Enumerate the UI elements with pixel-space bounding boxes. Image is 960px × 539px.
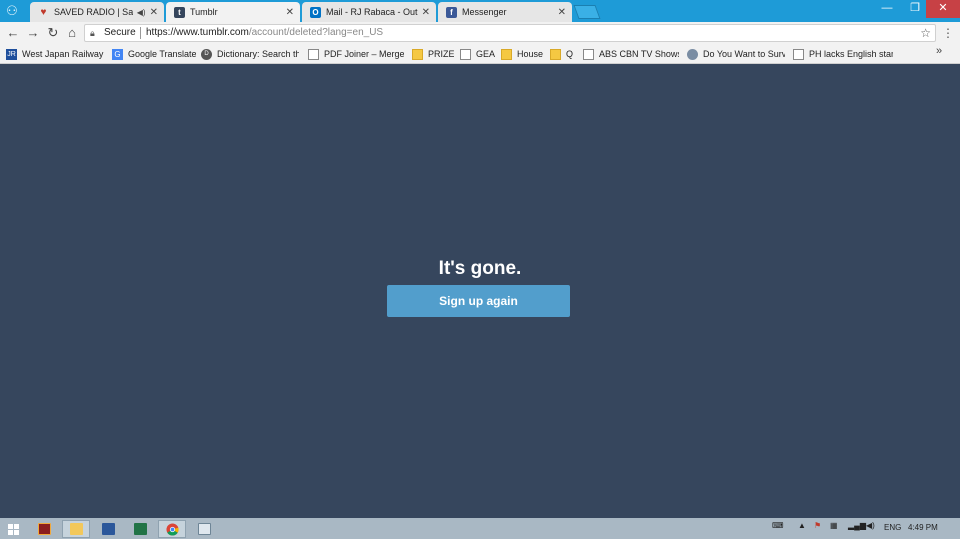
word-icon: [101, 523, 115, 535]
bookmark-label: PH lacks English stan: [809, 49, 893, 59]
minimize-icon[interactable]: —: [874, 0, 900, 18]
tab-title: Mail - RJ Rabaca - Outloo: [326, 7, 418, 17]
bookmark-label: PDF Joiner – Merge P: [324, 49, 404, 59]
address-separator: [140, 27, 141, 39]
facebook-icon: f: [446, 6, 457, 18]
google-translate-icon: G: [112, 48, 123, 60]
page-icon: [460, 48, 471, 60]
language-indicator[interactable]: ENG: [884, 523, 901, 532]
back-arrow-icon[interactable]: ←: [5, 25, 21, 41]
page-content: It's gone. Sign up again: [0, 65, 960, 518]
windows-taskbar: ⌨ ▲ ⚑ ▦ ▂▄▆ ◀) ENG 4:49 PM: [0, 518, 960, 539]
close-tab-icon[interactable]: ✕: [422, 7, 430, 18]
close-tab-icon[interactable]: ✕: [286, 7, 294, 18]
page-icon: [308, 48, 319, 60]
folder-icon: [550, 48, 561, 60]
taskbar-excel[interactable]: [126, 520, 154, 538]
bookmark-dictionary[interactable]: D Dictionary: Search the: [201, 47, 299, 61]
browser-titlebar: ⚇ ♥ SAVED RADIO | Saved ◀) ✕ t Tumblr ✕ …: [0, 0, 960, 22]
bookmark-label: Q: [566, 49, 574, 59]
folder-icon: [412, 48, 423, 60]
clock[interactable]: 4:49 PM: [908, 523, 938, 532]
tab-outlook-mail[interactable]: O Mail - RJ Rabaca - Outloo ✕: [302, 2, 436, 22]
restore-icon[interactable]: ❐: [902, 0, 928, 18]
new-tab-button[interactable]: [573, 5, 601, 19]
bookmark-label: Dictionary: Search the: [217, 49, 299, 59]
volume-icon[interactable]: ◀): [866, 521, 875, 530]
flag-alert-icon[interactable]: ⚑: [814, 521, 821, 530]
bookmark-west-japan-railway[interactable]: JR West Japan Railway C: [6, 47, 104, 61]
bookmark-pdf-joiner[interactable]: PDF Joiner – Merge P: [308, 47, 404, 61]
sign-up-again-button[interactable]: Sign up again: [387, 285, 570, 317]
bookmark-label: West Japan Railway C: [22, 49, 104, 59]
url-text: https://www.tumblr.com/account/deleted?l…: [146, 25, 383, 41]
taskbar-app-window[interactable]: [190, 520, 218, 538]
bookmark-google-translate[interactable]: G Google Translate: [112, 47, 196, 61]
browser-menu-icon[interactable]: ⋮: [942, 25, 954, 41]
excel-icon: [133, 523, 147, 535]
tab-saved-radio[interactable]: ♥ SAVED RADIO | Saved ◀) ✕: [30, 2, 164, 22]
close-tab-icon[interactable]: ✕: [150, 7, 158, 18]
bookmark-folder-prize[interactable]: PRIZE: [412, 47, 454, 61]
app-icon: [37, 523, 51, 535]
bookmark-ph-lacks-english[interactable]: PH lacks English stan: [793, 47, 893, 61]
forward-arrow-icon[interactable]: →: [25, 25, 41, 41]
taskbar-chrome[interactable]: [158, 520, 186, 538]
tab-messenger[interactable]: f Messenger ✕: [438, 2, 572, 22]
tab-title: SAVED RADIO | Saved: [54, 7, 133, 17]
tab-title: Messenger: [462, 7, 507, 17]
browser-logo-icon: ⚇: [6, 3, 18, 18]
bookmark-star-icon[interactable]: ☆: [920, 25, 931, 41]
bookmark-label: PRIZE: [428, 49, 454, 59]
bookmark-folder-q[interactable]: Q: [550, 47, 576, 61]
bookmark-label: GEA: [476, 49, 496, 59]
signal-icon[interactable]: ▂▄▆: [848, 521, 866, 530]
browser-toolbar: ← → ↻ ⌂ 🔒︎ Secure https://www.tumblr.com…: [0, 22, 960, 44]
heart-icon: ♥: [40, 6, 47, 18]
bookmark-folder-house[interactable]: House: [501, 47, 545, 61]
taskbar-word[interactable]: [94, 520, 122, 538]
url-host: https://www.tumblr.com: [146, 27, 249, 38]
page-icon: [583, 48, 594, 60]
show-hidden-icons-icon[interactable]: ▲: [798, 521, 806, 530]
bookmark-label: ABS CBN TV Shows |: [599, 49, 679, 59]
reload-icon[interactable]: ↻: [45, 25, 61, 41]
bookmark-abs-cbn[interactable]: ABS CBN TV Shows |: [583, 47, 679, 61]
network-icon[interactable]: ▦: [830, 521, 838, 530]
keyboard-icon[interactable]: ⌨: [772, 521, 784, 530]
bookmark-gea[interactable]: GEA: [460, 47, 496, 61]
bookmark-label: Google Translate: [128, 49, 196, 59]
tab-title: Tumblr: [190, 7, 218, 17]
url-path: /account/deleted?lang=en_US: [248, 27, 384, 38]
tumblr-icon: t: [174, 6, 185, 18]
bookmarks-overflow-icon[interactable]: »: [936, 45, 942, 57]
tab-tumblr[interactable]: t Tumblr ✕: [166, 2, 300, 22]
outlook-icon: O: [310, 6, 321, 18]
audio-icon[interactable]: ◀): [137, 8, 146, 17]
secure-label: Secure: [104, 27, 136, 38]
close-window-icon[interactable]: ✕: [926, 0, 960, 18]
folder-icon: [69, 523, 83, 535]
page-heading: It's gone.: [438, 258, 522, 279]
taskbar-file-explorer[interactable]: [62, 520, 90, 538]
taskbar-app-photoviewer[interactable]: [30, 520, 58, 538]
lock-icon: 🔒︎: [90, 28, 95, 38]
home-icon[interactable]: ⌂: [64, 25, 80, 41]
folder-icon: [501, 48, 512, 60]
page-icon: [793, 48, 804, 60]
chrome-icon: [165, 522, 179, 536]
dictionary-icon: D: [201, 48, 212, 60]
start-button[interactable]: [2, 520, 24, 538]
bookmark-label: Do You Want to Surv: [703, 49, 785, 59]
address-bar[interactable]: 🔒︎ Secure https://www.tumblr.com/account…: [84, 24, 936, 42]
site-icon: [687, 48, 698, 60]
bookmark-do-you-want-to-survive[interactable]: Do You Want to Surv: [687, 47, 785, 61]
jr-west-icon: JR: [6, 48, 17, 60]
windows-logo-icon: [7, 523, 19, 535]
bookmark-label: House: [517, 49, 544, 59]
window-icon: [197, 523, 211, 535]
bookmarks-bar: JR West Japan Railway C G Google Transla…: [0, 44, 960, 64]
close-tab-icon[interactable]: ✕: [558, 7, 566, 18]
